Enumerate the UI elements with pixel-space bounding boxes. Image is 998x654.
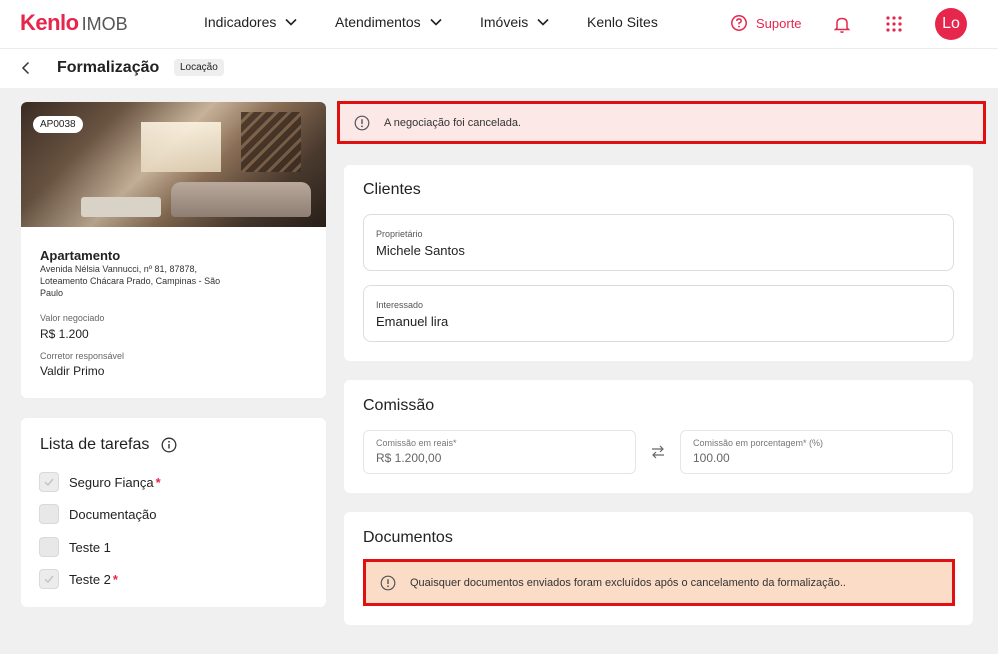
- help-chat-icon: [731, 15, 747, 31]
- task-checkbox[interactable]: [39, 472, 59, 492]
- page-type-badge: Locação: [174, 59, 224, 76]
- task-list-card: Lista de tarefas Seguro Fiança * Document…: [21, 418, 326, 607]
- documents-title: Documentos: [363, 529, 453, 546]
- interested-label: Interessado: [376, 300, 424, 310]
- chevron-down-icon: [537, 18, 549, 26]
- owner-label: Proprietário: [376, 229, 423, 239]
- documents-alert-message: Quaisquer documentos enviados foram excl…: [410, 576, 846, 589]
- check-icon: [44, 575, 54, 584]
- documents-section: Documentos Quaisquer documentos enviados…: [344, 512, 973, 625]
- commission-reais-value: R$ 1.200,00: [376, 451, 442, 465]
- logo-product: IMOB: [81, 14, 128, 34]
- task-list-title-text: Lista de tarefas: [40, 436, 150, 453]
- nav-indicadores[interactable]: Indicadores: [204, 14, 298, 30]
- check-icon: [44, 478, 54, 487]
- photo-stairs-shape: [241, 112, 301, 172]
- nav-indicadores-label: Indicadores: [204, 14, 277, 30]
- property-photo: AP0038: [21, 102, 326, 227]
- nav-atendimentos[interactable]: Atendimentos: [335, 14, 443, 30]
- task-checkbox[interactable]: [39, 537, 59, 557]
- user-avatar[interactable]: Lo: [935, 8, 967, 40]
- cancellation-alert: A negociação foi cancelada.: [337, 101, 986, 144]
- nav-imoveis-label: Imóveis: [480, 14, 529, 30]
- commission-percent-value: 100.00: [693, 451, 730, 465]
- task-item-documentacao[interactable]: Documentação: [39, 504, 156, 524]
- commission-section: Comissão Comissão em reais* R$ 1.200,00 …: [344, 380, 973, 493]
- commission-title: Comissão: [363, 397, 435, 414]
- owner-field[interactable]: Proprietário Michele Santos: [363, 214, 954, 271]
- logo-brand: Kenlo: [20, 10, 79, 35]
- owner-value: Michele Santos: [376, 243, 465, 258]
- task-list-title: Lista de tarefas: [40, 436, 177, 454]
- commission-reais-label: Comissão em reais*: [376, 438, 457, 448]
- broker-label: Corretor responsável: [40, 351, 125, 361]
- documents-alert: Quaisquer documentos enviados foram excl…: [363, 559, 955, 606]
- info-icon[interactable]: [161, 437, 177, 453]
- task-checkbox[interactable]: [39, 569, 59, 589]
- chevron-down-icon: [285, 18, 297, 26]
- alert-circle-icon: [380, 575, 396, 590]
- task-item-seguro-fianca[interactable]: Seguro Fiança *: [39, 472, 161, 492]
- kenlo-logo[interactable]: Kenlo IMOB: [20, 10, 128, 36]
- support-button[interactable]: Suporte: [730, 14, 802, 32]
- clients-title: Clientes: [363, 181, 421, 198]
- top-navigation-bar: Kenlo IMOB Indicadores Atendimentos Imóv…: [0, 0, 998, 48]
- bell-icon[interactable]: [832, 14, 852, 34]
- commission-percent-label: Comissão em porcentagem* (%): [693, 438, 824, 448]
- nav-atendimentos-label: Atendimentos: [335, 14, 421, 30]
- interested-field[interactable]: Interessado Emanuel lira: [363, 285, 954, 342]
- interested-value: Emanuel lira: [376, 314, 449, 329]
- page-title: Formalização: [57, 59, 160, 76]
- nav-kenlo-sites-label: Kenlo Sites: [587, 14, 658, 30]
- alert-circle-icon: [354, 115, 370, 130]
- task-label: Documentação: [69, 506, 157, 522]
- page-header: Formalização Locação: [0, 48, 998, 88]
- task-item-teste-1[interactable]: Teste 1: [39, 537, 111, 557]
- property-code-badge: AP0038: [33, 116, 83, 133]
- task-label: Teste 1: [69, 539, 111, 555]
- task-checkbox[interactable]: [39, 504, 59, 524]
- commission-percent-field[interactable]: Comissão em porcentagem* (%) 100.00: [680, 430, 953, 474]
- property-card: AP0038 Apartamento Avenida Nélsia Vannuc…: [21, 102, 326, 398]
- nav-imoveis[interactable]: Imóveis: [480, 14, 550, 30]
- clients-section: Clientes Proprietário Michele Santos Int…: [344, 165, 973, 361]
- photo-sofa-shape: [171, 182, 311, 217]
- chevron-down-icon: [430, 18, 442, 26]
- support-label: Suporte: [756, 15, 802, 31]
- back-arrow-icon[interactable]: [18, 60, 34, 76]
- apps-grid-icon[interactable]: [884, 14, 904, 34]
- cancellation-alert-message: A negociação foi cancelada.: [384, 116, 521, 129]
- photo-window-shape: [141, 122, 221, 172]
- property-type: Apartamento: [40, 248, 121, 263]
- broker-name: Valdir Primo: [40, 364, 105, 378]
- photo-table-shape: [81, 197, 161, 217]
- negotiated-value-label: Valor negociado: [40, 313, 105, 323]
- nav-kenlo-sites[interactable]: Kenlo Sites: [587, 14, 658, 30]
- commission-reais-field[interactable]: Comissão em reais* R$ 1.200,00: [363, 430, 636, 474]
- task-item-teste-2[interactable]: Teste 2 *: [39, 569, 118, 589]
- property-address: Avenida Nélsia Vannucci, nº 81, 87878, L…: [40, 264, 221, 298]
- task-label: Teste 2 *: [69, 571, 118, 587]
- negotiated-value: R$ 1.200: [40, 327, 89, 341]
- task-label: Seguro Fiança *: [69, 474, 161, 490]
- swap-arrows-icon[interactable]: [650, 444, 666, 460]
